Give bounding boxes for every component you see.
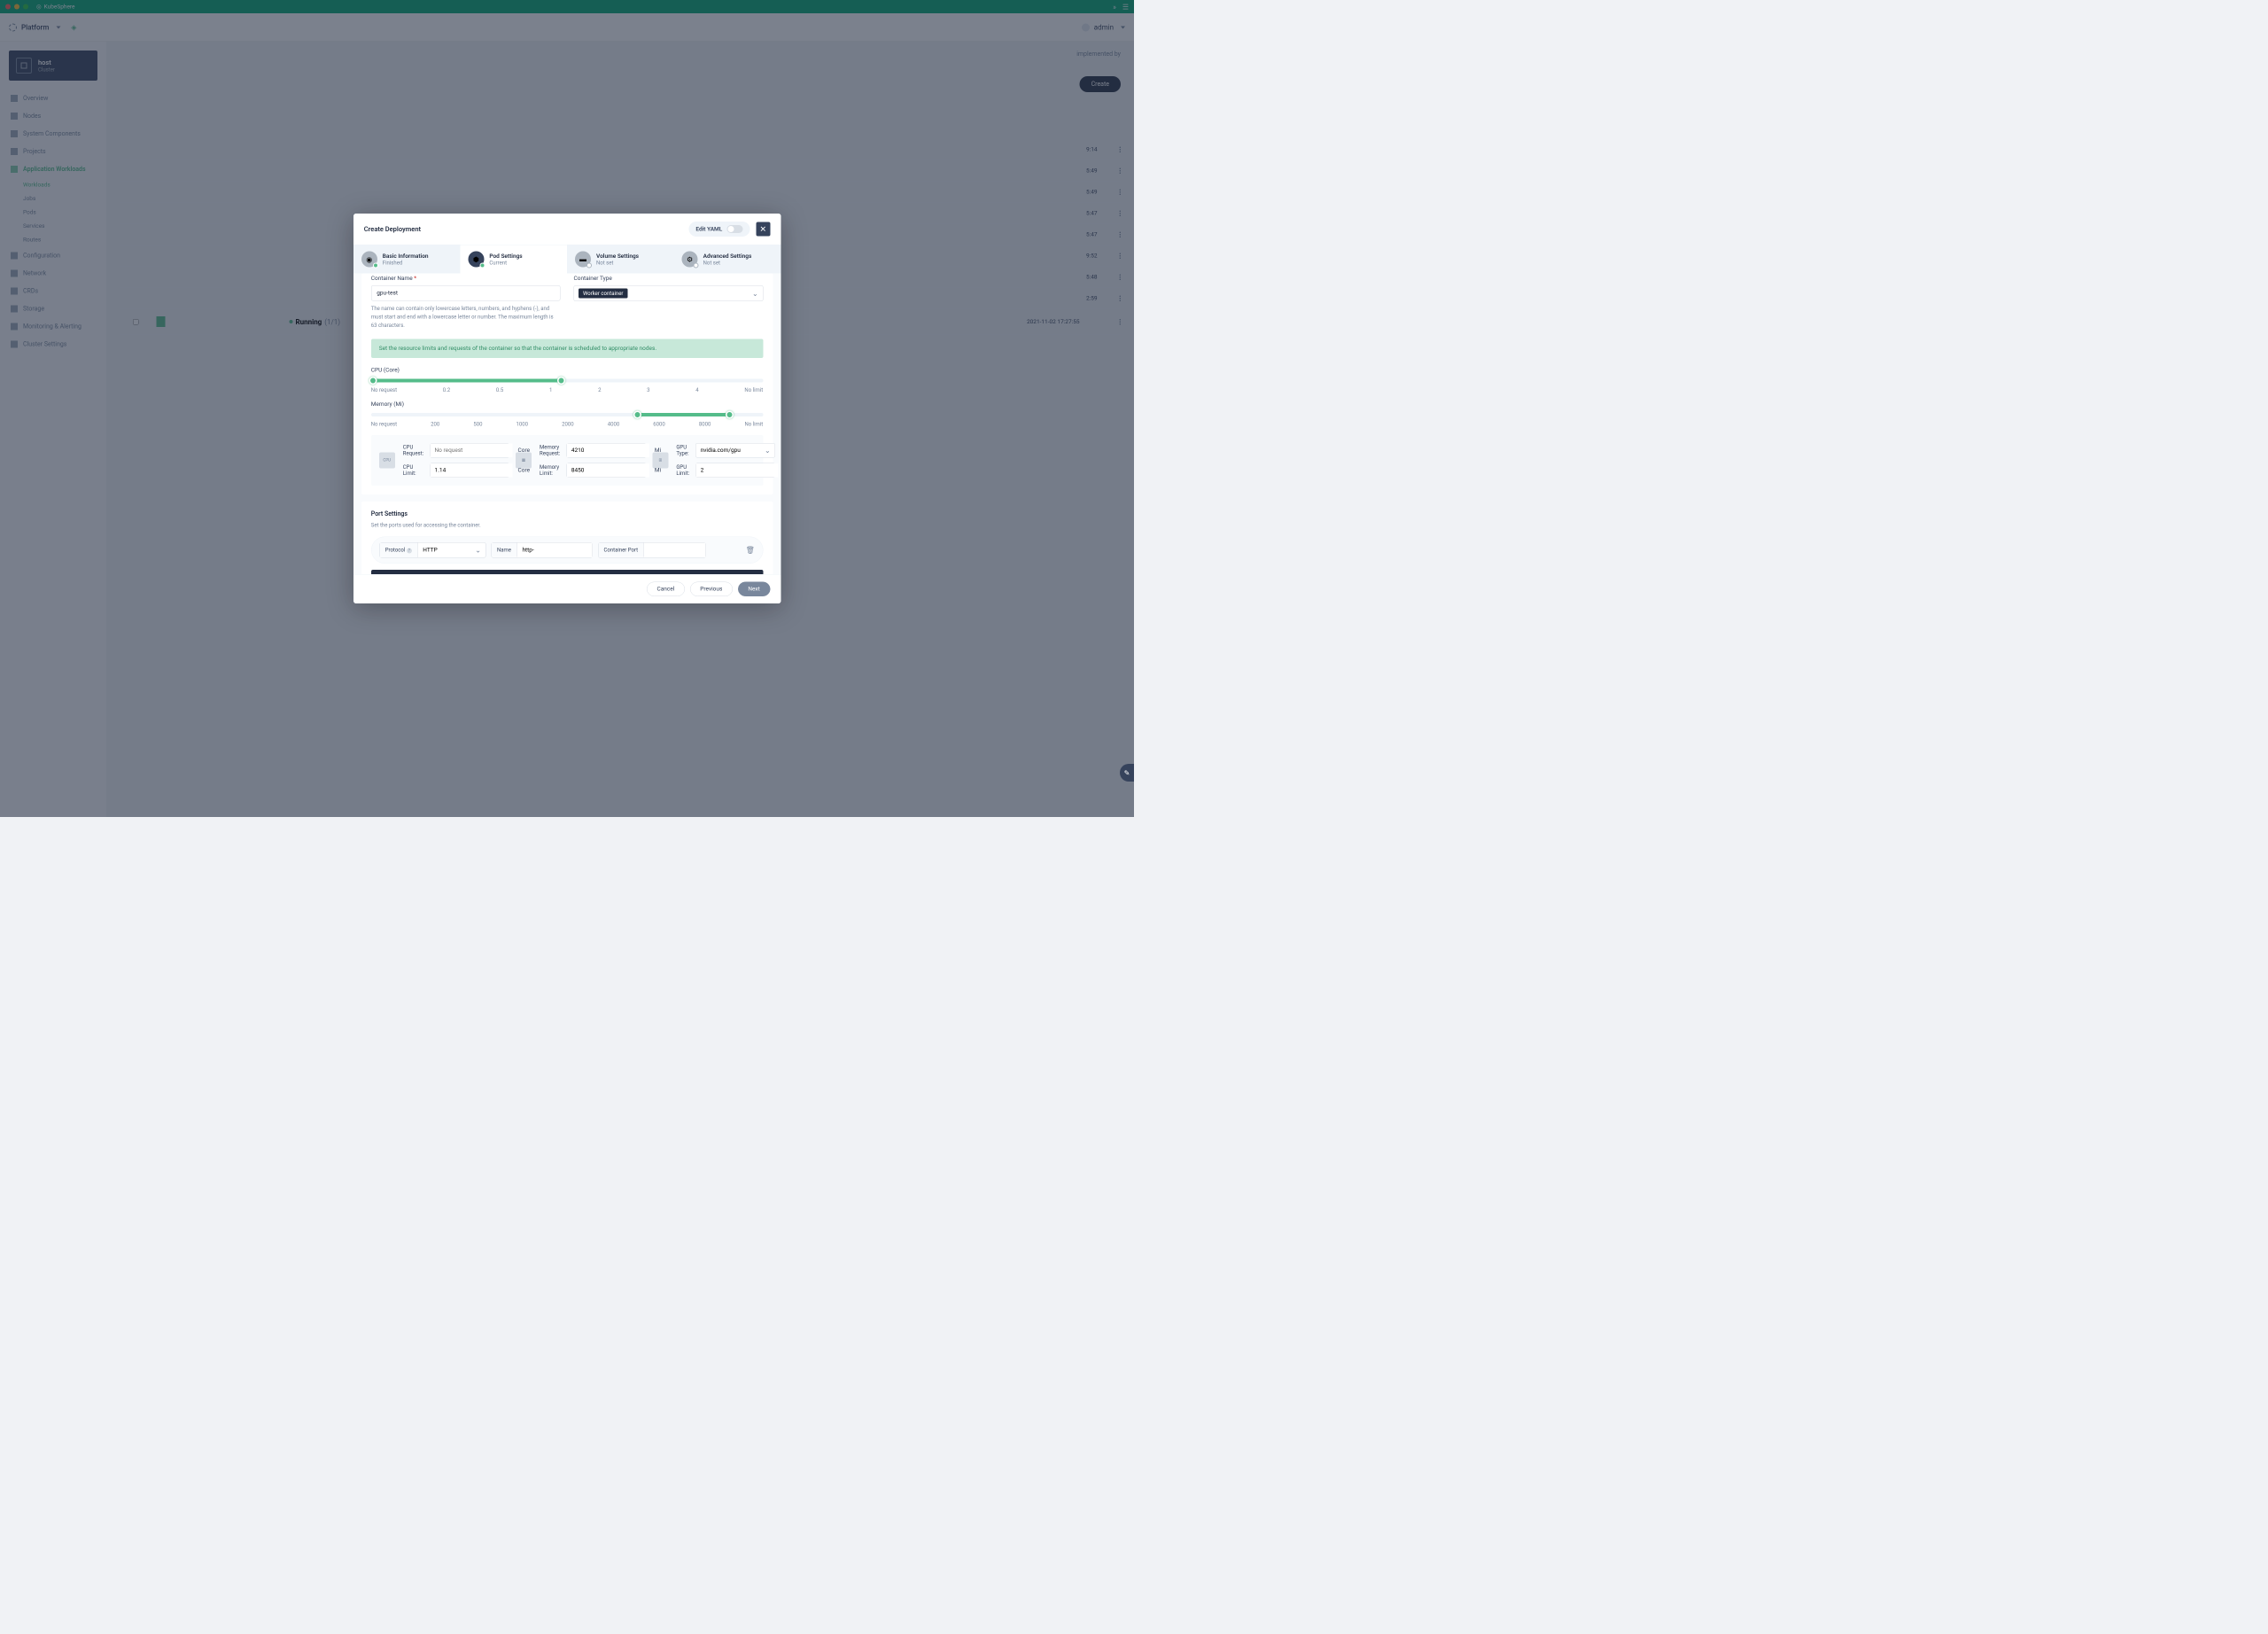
cpu-slider-label: CPU (Core) — [371, 367, 764, 374]
chevron-down-icon: ⌄ — [765, 446, 775, 455]
chevron-down-icon: ⌄ — [470, 546, 485, 555]
port-settings-section: Port Settings Set the ports used for acc… — [361, 502, 773, 574]
memory-limit-handle[interactable] — [726, 410, 734, 418]
port-row: Protocol ? HTTP ⌄ Name Container Port 🗑 — [371, 536, 764, 564]
port-settings-hint: Set the ports used for accessing the con… — [371, 521, 764, 530]
edit-yaml-toggle[interactable]: Edit YAML — [688, 222, 750, 237]
container-name-label: Container Name — [371, 276, 561, 283]
close-icon: ✕ — [759, 224, 766, 234]
delete-port-button[interactable]: 🗑 — [746, 546, 755, 555]
next-button[interactable]: Next — [738, 582, 770, 597]
cancel-button[interactable]: Cancel — [647, 582, 685, 597]
memory-slider[interactable] — [371, 413, 764, 416]
create-deployment-modal: Create Deployment Edit YAML ✕ ◉ Basic In… — [353, 214, 781, 603]
previous-button[interactable]: Previous — [690, 582, 733, 597]
memory-ticks: No request20050010002000400060008000No l… — [371, 421, 764, 427]
container-name-hint: The name can contain only lowercase lett… — [371, 305, 561, 331]
container-type-select[interactable]: Worker container ⌄ — [574, 285, 764, 301]
modal-overlay: Create Deployment Edit YAML ✕ ◉ Basic In… — [0, 0, 1134, 817]
gpu-type-select[interactable]: nvidia.com/gpu⌄ — [695, 443, 775, 458]
resource-info-banner: Set the resource limits and requests of … — [371, 338, 764, 358]
port-settings-title: Port Settings — [371, 510, 764, 517]
step-volume-settings[interactable]: ▬ Volume SettingsNot set — [567, 245, 674, 274]
help-icon[interactable]: ? — [407, 548, 412, 553]
switch-icon — [726, 225, 742, 233]
volume-icon: ▬ — [575, 252, 591, 268]
gpu-icon: ⊞ — [652, 452, 668, 468]
wizard-stepper: ◉ Basic InformationFinished ⬢ Pod Settin… — [353, 245, 781, 274]
modal-title: Create Deployment — [364, 225, 421, 233]
gpu-limit-input[interactable] — [696, 463, 779, 478]
cpu-limit-handle[interactable] — [557, 377, 565, 385]
cpu-slider[interactable] — [371, 378, 764, 382]
resource-grid: CPU CPU Request: Core ▦ Memory Request: … — [371, 435, 764, 486]
cpu-icon: CPU — [379, 452, 395, 468]
memory-request-input[interactable] — [567, 443, 649, 457]
cpu-request-handle[interactable] — [369, 377, 377, 385]
basic-info-icon: ◉ — [361, 252, 377, 268]
protocol-select[interactable]: Protocol ? HTTP ⌄ — [379, 542, 485, 558]
container-port-input[interactable] — [644, 542, 706, 557]
advanced-icon: ⚙ — [682, 252, 698, 268]
cpu-limit-input[interactable] — [431, 463, 513, 478]
step-basic-info[interactable]: ◉ Basic InformationFinished — [353, 245, 461, 274]
cpu-ticks: No request0.20.51234No limit — [371, 386, 764, 393]
chevron-down-icon: ⌄ — [752, 289, 758, 298]
pod-settings-icon: ⬢ — [468, 252, 484, 268]
close-modal-button[interactable]: ✕ — [756, 222, 770, 237]
cpu-request-input[interactable] — [431, 443, 513, 457]
memory-request-handle[interactable] — [633, 410, 641, 418]
container-type-label: Container Type — [574, 276, 764, 283]
memory-icon: ▦ — [516, 452, 532, 468]
modal-footer: Cancel Previous Next — [353, 574, 781, 603]
memory-slider-label: Memory (Mi) — [371, 401, 764, 408]
port-name-input[interactable] — [517, 542, 592, 557]
step-pod-settings[interactable]: ⬢ Pod SettingsCurrent — [460, 245, 567, 274]
step-advanced-settings[interactable]: ⚙ Advanced SettingsNot set — [674, 245, 781, 274]
memory-limit-input[interactable] — [567, 463, 649, 478]
container-name-input[interactable] — [371, 285, 561, 301]
help-fab[interactable]: ✎ — [1120, 764, 1134, 782]
